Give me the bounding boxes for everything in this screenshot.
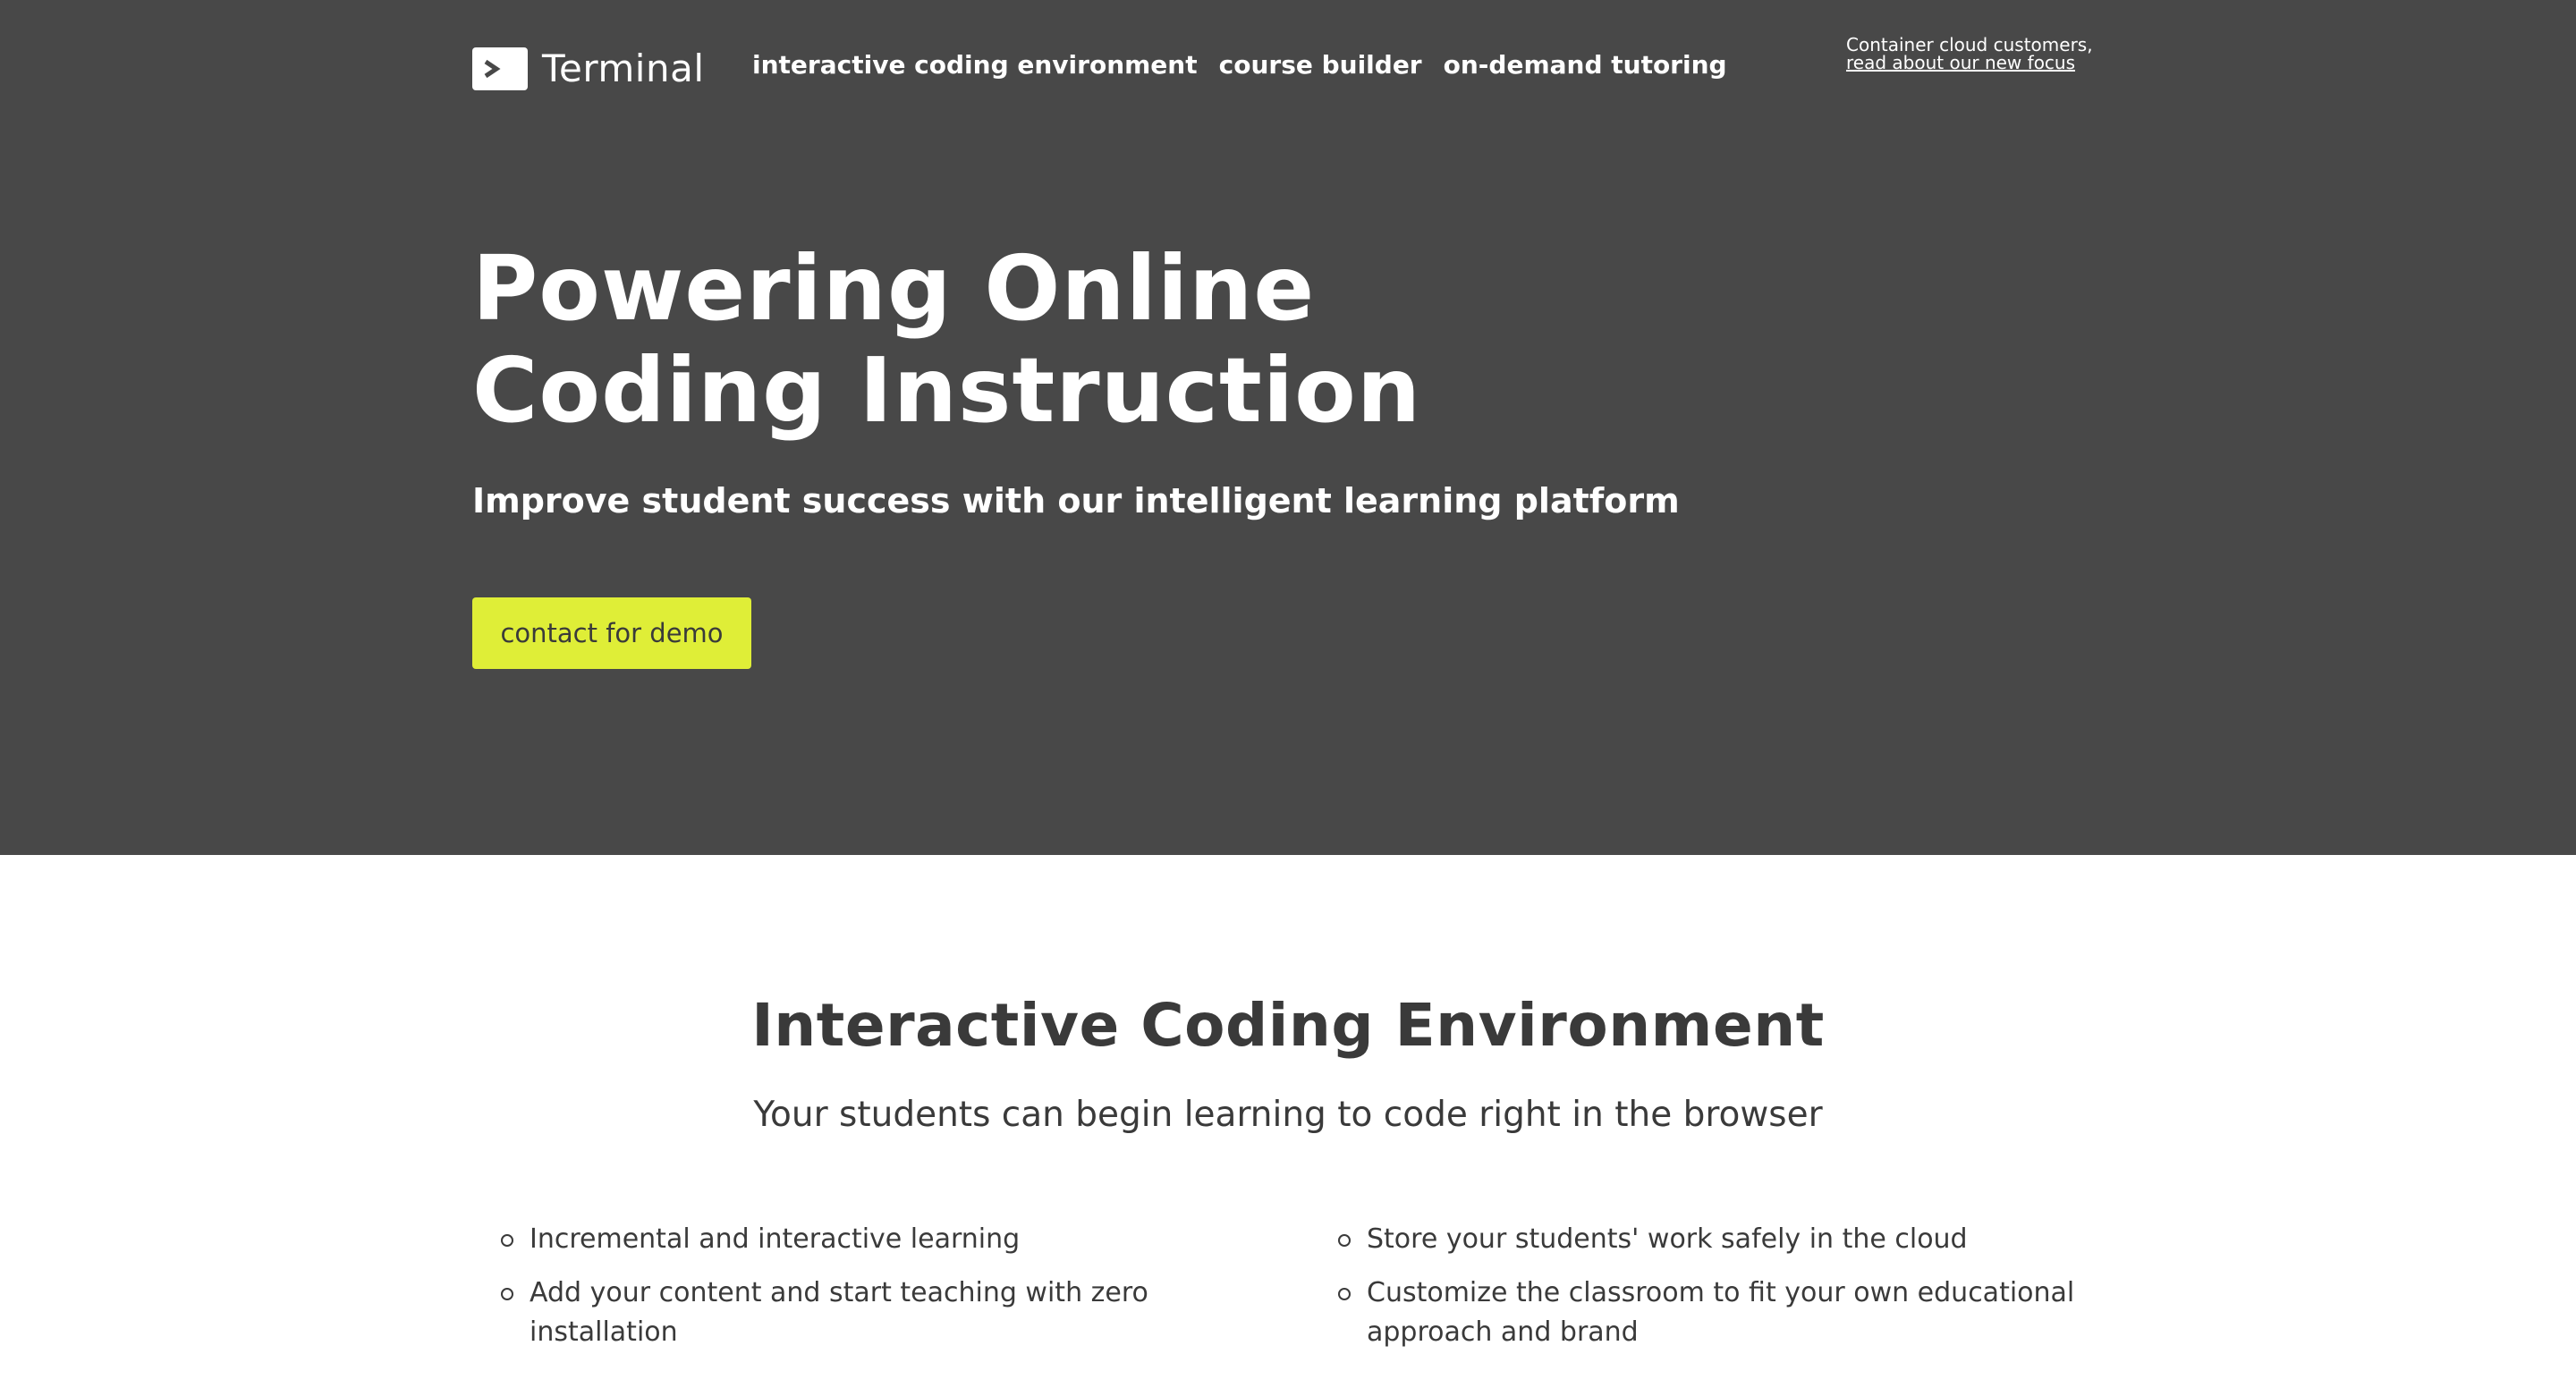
feature-item: Add your content and start teaching with… xyxy=(501,1274,1224,1352)
section-title: Interactive Coding Environment xyxy=(751,991,1825,1060)
hero-title-line-1: Powering Online xyxy=(472,236,1316,341)
hero-subtitle: Improve student success with our intelli… xyxy=(472,481,1680,520)
main-nav: interactive coding environment course bu… xyxy=(752,50,1727,80)
new-focus-link[interactable]: read about our new focus xyxy=(1846,52,2075,73)
nav-interactive-coding-environment[interactable]: interactive coding environment xyxy=(752,50,1198,80)
feature-item: Incremental and interactive learning xyxy=(501,1220,1224,1259)
nav-course-builder[interactable]: course builder xyxy=(1219,50,1422,80)
notice-text: Container cloud customers, xyxy=(1846,34,2093,55)
hero-title: Powering Online Coding Instruction xyxy=(472,238,1421,442)
features-list-right: Store your students' work safely in the … xyxy=(1309,1220,2114,1367)
features-list-left: Incremental and interactive learning Add… xyxy=(472,1220,1224,1367)
section-subtitle: Your students can begin learning to code… xyxy=(753,1095,1823,1135)
nav-on-demand-tutoring[interactable]: on-demand tutoring xyxy=(1444,50,1727,80)
container-cloud-notice: Container cloud customers, read about ou… xyxy=(1846,36,2093,72)
logo-link[interactable]: Terminal xyxy=(472,47,705,90)
feature-item: Store your students' work safely in the … xyxy=(1338,1220,2114,1259)
hero-title-line-2: Coding Instruction xyxy=(472,338,1422,443)
hero-section: Terminal interactive coding environment … xyxy=(0,0,2576,855)
terminal-prompt-icon xyxy=(472,47,528,90)
feature-item: Customize the classroom to fit your own … xyxy=(1338,1274,2114,1352)
contact-for-demo-button[interactable]: contact for demo xyxy=(472,597,751,669)
brand-name: Terminal xyxy=(542,47,705,90)
